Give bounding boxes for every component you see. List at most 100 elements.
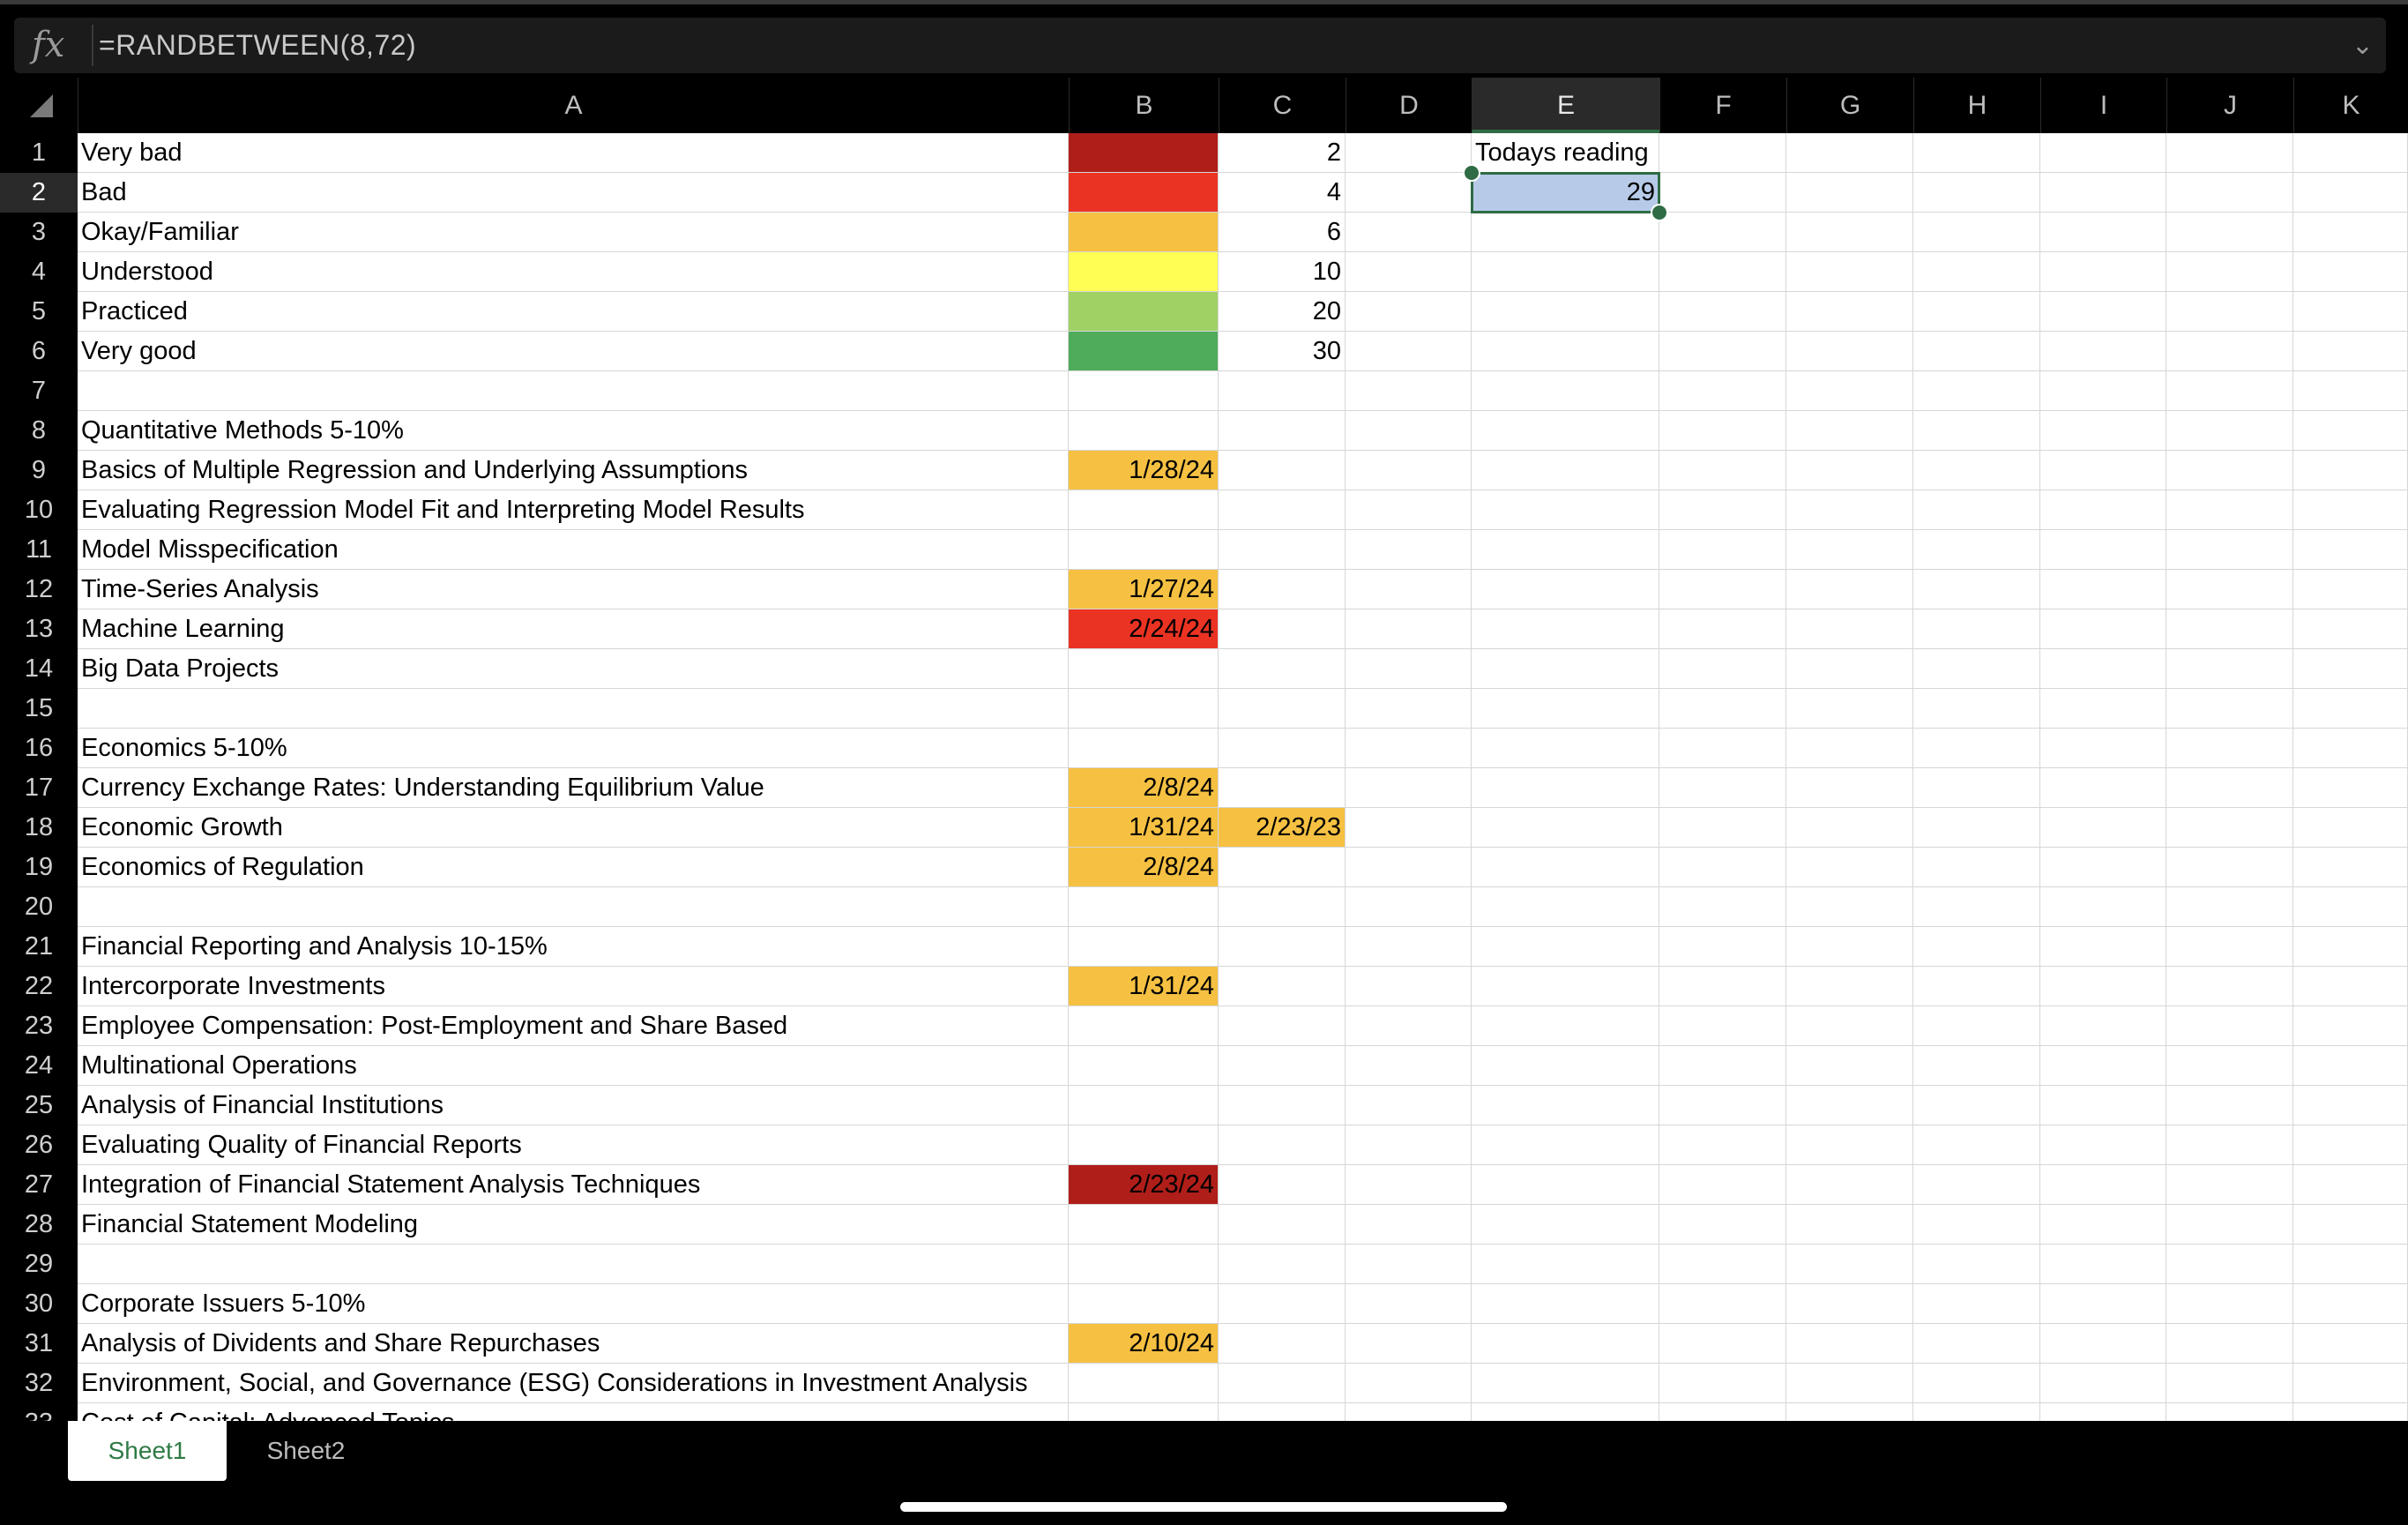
cell-j31[interactable] xyxy=(2166,1324,2293,1364)
cell-i32[interactable] xyxy=(2040,1364,2166,1403)
sheet-tab-sheet2[interactable]: Sheet2 xyxy=(231,1421,381,1481)
cell-k29[interactable] xyxy=(2293,1245,2408,1284)
cell-h2[interactable] xyxy=(1913,173,2040,213)
cell-c14[interactable] xyxy=(1219,649,1346,689)
row-header-12[interactable]: 12 xyxy=(0,570,78,609)
cell-c15[interactable] xyxy=(1219,689,1346,729)
cell-c10[interactable] xyxy=(1219,490,1346,530)
cell-d23[interactable] xyxy=(1346,1006,1472,1046)
cell-j10[interactable] xyxy=(2166,490,2293,530)
cell-i4[interactable] xyxy=(2040,252,2166,292)
cell-j23[interactable] xyxy=(2166,1006,2293,1046)
cell-e18[interactable] xyxy=(1472,808,1659,848)
row-header-28[interactable]: 28 xyxy=(0,1205,78,1245)
cell-c30[interactable] xyxy=(1219,1284,1346,1324)
cell-g5[interactable] xyxy=(1786,292,1913,332)
cell-c31[interactable] xyxy=(1219,1324,1346,1364)
cell-g27[interactable] xyxy=(1786,1165,1913,1205)
cell-g8[interactable] xyxy=(1786,411,1913,451)
cell-b19[interactable]: 2/8/24 xyxy=(1069,848,1219,887)
cell-b29[interactable] xyxy=(1069,1245,1219,1284)
cell-g19[interactable] xyxy=(1786,848,1913,887)
row-header-5[interactable]: 5 xyxy=(0,292,78,332)
cell-g29[interactable] xyxy=(1786,1245,1913,1284)
cell-a26[interactable]: Evaluating Quality of Financial Reports xyxy=(78,1125,1069,1165)
cell-f33[interactable] xyxy=(1659,1403,1786,1421)
cell-k16[interactable] xyxy=(2293,729,2408,768)
cell-k9[interactable] xyxy=(2293,451,2408,490)
cell-f4[interactable] xyxy=(1659,252,1786,292)
cell-g9[interactable] xyxy=(1786,451,1913,490)
cell-f13[interactable] xyxy=(1659,609,1786,649)
cell-g32[interactable] xyxy=(1786,1364,1913,1403)
cell-e16[interactable] xyxy=(1472,729,1659,768)
cell-k22[interactable] xyxy=(2293,967,2408,1006)
cell-i17[interactable] xyxy=(2040,768,2166,808)
row-header-18[interactable]: 18 xyxy=(0,808,78,848)
cell-d9[interactable] xyxy=(1346,451,1472,490)
cell-a31[interactable]: Analysis of Dividents and Share Repurcha… xyxy=(78,1324,1069,1364)
cell-h20[interactable] xyxy=(1913,887,2040,927)
row-header-3[interactable]: 3 xyxy=(0,213,78,252)
cell-a16[interactable]: Economics 5-10% xyxy=(78,729,1069,768)
cell-e6[interactable] xyxy=(1472,332,1659,371)
cell-e28[interactable] xyxy=(1472,1205,1659,1245)
cell-i33[interactable] xyxy=(2040,1403,2166,1421)
cell-c20[interactable] xyxy=(1219,887,1346,927)
cell-e20[interactable] xyxy=(1472,887,1659,927)
cell-a1[interactable]: Very bad xyxy=(78,133,1069,173)
cell-b7[interactable] xyxy=(1069,371,1219,411)
cell-b10[interactable] xyxy=(1069,490,1219,530)
cell-b27[interactable]: 2/23/24 xyxy=(1069,1165,1219,1205)
cell-a18[interactable]: Economic Growth xyxy=(78,808,1069,848)
cell-e32[interactable] xyxy=(1472,1364,1659,1403)
cell-c21[interactable] xyxy=(1219,927,1346,967)
cell-i7[interactable] xyxy=(2040,371,2166,411)
cell-f17[interactable] xyxy=(1659,768,1786,808)
cell-g16[interactable] xyxy=(1786,729,1913,768)
cell-a10[interactable]: Evaluating Regression Model Fit and Inte… xyxy=(78,490,1069,530)
cell-a9[interactable]: Basics of Multiple Regression and Underl… xyxy=(78,451,1069,490)
cell-g18[interactable] xyxy=(1786,808,1913,848)
cell-d11[interactable] xyxy=(1346,530,1472,570)
cell-c22[interactable] xyxy=(1219,967,1346,1006)
cell-h25[interactable] xyxy=(1913,1086,2040,1125)
cell-g15[interactable] xyxy=(1786,689,1913,729)
cell-j18[interactable] xyxy=(2166,808,2293,848)
cell-g4[interactable] xyxy=(1786,252,1913,292)
cell-h22[interactable] xyxy=(1913,967,2040,1006)
cell-g6[interactable] xyxy=(1786,332,1913,371)
row-header-16[interactable]: 16 xyxy=(0,729,78,768)
cell-b15[interactable] xyxy=(1069,689,1219,729)
cell-a4[interactable]: Understood xyxy=(78,252,1069,292)
row-header-26[interactable]: 26 xyxy=(0,1125,78,1165)
cell-f30[interactable] xyxy=(1659,1284,1786,1324)
cell-i18[interactable] xyxy=(2040,808,2166,848)
cell-h3[interactable] xyxy=(1913,213,2040,252)
cell-a17[interactable]: Currency Exchange Rates: Understanding E… xyxy=(78,768,1069,808)
row-header-22[interactable]: 22 xyxy=(0,967,78,1006)
formula-input[interactable]: =RANDBETWEEN(8,72) xyxy=(99,18,416,73)
row-header-14[interactable]: 14 xyxy=(0,649,78,689)
cell-f20[interactable] xyxy=(1659,887,1786,927)
cell-j26[interactable] xyxy=(2166,1125,2293,1165)
row-header-25[interactable]: 25 xyxy=(0,1086,78,1125)
cell-e14[interactable] xyxy=(1472,649,1659,689)
cell-e2[interactable]: 29 xyxy=(1471,172,1660,213)
cell-d12[interactable] xyxy=(1346,570,1472,609)
cell-e17[interactable] xyxy=(1472,768,1659,808)
cell-e10[interactable] xyxy=(1472,490,1659,530)
column-header-c[interactable]: C xyxy=(1219,78,1346,133)
cell-a14[interactable]: Big Data Projects xyxy=(78,649,1069,689)
row-header-9[interactable]: 9 xyxy=(0,451,78,490)
cell-i2[interactable] xyxy=(2040,173,2166,213)
cell-i19[interactable] xyxy=(2040,848,2166,887)
row-header-4[interactable]: 4 xyxy=(0,252,78,292)
cell-h4[interactable] xyxy=(1913,252,2040,292)
spreadsheet-grid[interactable]: Very bad 2 Todays reading Bad 4 29 Okay/Famili… xyxy=(78,133,2408,1421)
row-header-24[interactable]: 24 xyxy=(0,1046,78,1086)
cell-b25[interactable] xyxy=(1069,1086,1219,1125)
cell-f11[interactable] xyxy=(1659,530,1786,570)
cell-c28[interactable] xyxy=(1219,1205,1346,1245)
cell-c9[interactable] xyxy=(1219,451,1346,490)
